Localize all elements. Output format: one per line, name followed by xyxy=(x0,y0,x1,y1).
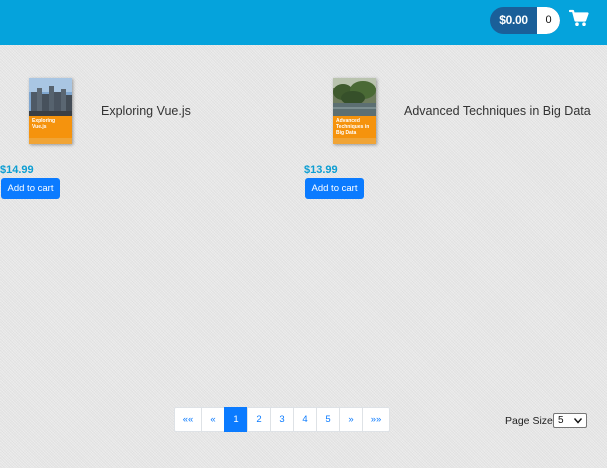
cover-footer xyxy=(333,138,376,144)
cover-photo xyxy=(333,78,376,116)
add-to-cart-button[interactable]: Add to cart xyxy=(305,178,364,199)
cart-summary[interactable]: $0.00 0 xyxy=(490,7,560,34)
product-price: $13.99 xyxy=(304,164,338,176)
page-3-button[interactable]: 3 xyxy=(270,407,294,432)
page-last-button[interactable]: »» xyxy=(362,407,390,432)
top-header: $0.00 0 xyxy=(0,0,607,45)
product-title[interactable]: Advanced Techniques in Big Data xyxy=(404,104,591,118)
shopping-cart-icon[interactable] xyxy=(569,9,589,27)
cover-title: Advanced Techniques in Big Data xyxy=(333,116,376,138)
page-first-button[interactable]: «« xyxy=(174,407,202,432)
page-2-button[interactable]: 2 xyxy=(247,407,271,432)
pagination: «« « 1 2 3 4 5 » »» xyxy=(174,407,390,432)
book-cover-image[interactable]: Exploring Vue.js xyxy=(29,78,72,144)
page-4-button[interactable]: 4 xyxy=(293,407,317,432)
chevron-down-icon xyxy=(573,418,583,424)
page-size-label: Page Size xyxy=(505,415,553,427)
cart-count-badge: 0 xyxy=(537,7,560,34)
product-card: Exploring Vue.js Exploring Vue.js $14.99… xyxy=(0,78,300,203)
page-1-button[interactable]: 1 xyxy=(224,407,248,432)
book-cover-image[interactable]: Advanced Techniques in Big Data xyxy=(333,78,376,144)
cart-total: $0.00 xyxy=(499,13,528,27)
cover-footer xyxy=(29,138,72,144)
add-to-cart-button[interactable]: Add to cart xyxy=(1,178,60,199)
cover-title: Exploring Vue.js xyxy=(29,116,72,138)
page-prev-button[interactable]: « xyxy=(201,407,225,432)
page-next-button[interactable]: » xyxy=(339,407,363,432)
page-size-select[interactable]: 5 xyxy=(553,413,587,428)
page-size-value: 5 xyxy=(558,415,564,426)
product-card: Advanced Techniques in Big Data Advanced… xyxy=(304,78,604,203)
product-price: $14.99 xyxy=(0,164,34,176)
page-5-button[interactable]: 5 xyxy=(316,407,340,432)
product-title[interactable]: Exploring Vue.js xyxy=(101,104,191,118)
cover-photo xyxy=(29,78,72,116)
